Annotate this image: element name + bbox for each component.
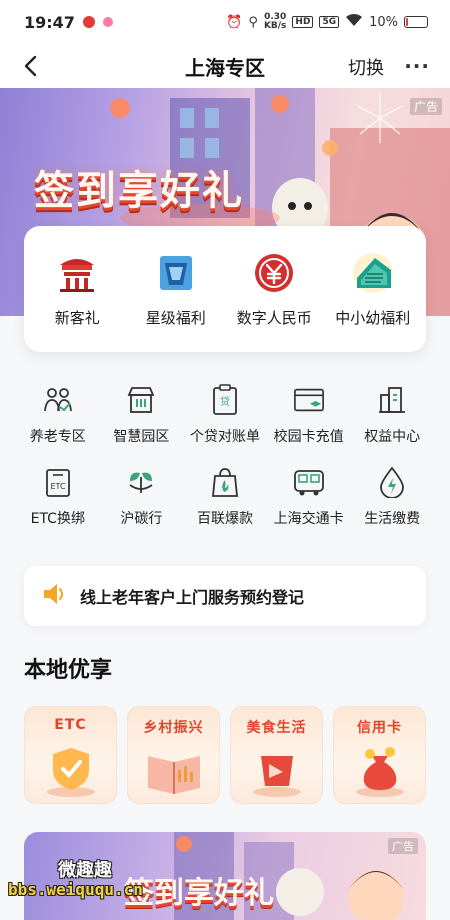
service-carbon[interactable]: 沪碳行 bbox=[100, 458, 184, 540]
service-label: 上海交通卡 bbox=[273, 511, 344, 527]
service-label: 权益中心 bbox=[364, 429, 421, 445]
service-label: 校园卡充值 bbox=[273, 429, 344, 445]
battery-icon bbox=[404, 16, 428, 28]
service-label: 生活缴费 bbox=[364, 511, 421, 527]
local-card-title: 美食生活 bbox=[246, 720, 307, 736]
local-card-title: ETC bbox=[54, 717, 87, 733]
status-bar: 19:47 ⏰ ⚲ 0.30 KB/s HD 5G 10% bbox=[0, 0, 450, 44]
bus-icon bbox=[293, 466, 325, 498]
service-label: ETC换绑 bbox=[30, 511, 85, 527]
elderly-service-notice[interactable]: 线上老年客户上门服务预约登记 bbox=[24, 566, 426, 626]
money-bag-icon bbox=[334, 737, 425, 803]
service-etc-rebind[interactable]: ETC ETC换绑 bbox=[16, 458, 100, 540]
digital-yuan-icon bbox=[252, 251, 296, 295]
featured-card: 新客礼 星级福利 数字人民币 中小幼福利 bbox=[24, 226, 426, 352]
ad-label: 广告 bbox=[409, 98, 442, 115]
speaker-icon bbox=[42, 582, 68, 610]
section-title-local: 本地优享 bbox=[24, 658, 113, 683]
local-card-etc[interactable]: ETC bbox=[24, 706, 117, 804]
banner-title: 签到享好礼 bbox=[34, 168, 244, 214]
service-label: 沪碳行 bbox=[120, 511, 163, 527]
network-badge: 5G bbox=[319, 16, 340, 28]
carbon-leaf-icon bbox=[125, 466, 157, 498]
featured-label: 数字人民币 bbox=[236, 308, 312, 327]
featured-label: 新客礼 bbox=[54, 308, 100, 327]
service-elderly-care[interactable]: 养老专区 bbox=[16, 376, 100, 458]
featured-label: 星级福利 bbox=[145, 308, 206, 327]
shield-check-icon bbox=[25, 737, 116, 803]
loan-statement-icon: 贷 bbox=[209, 384, 241, 416]
utility-drop-icon bbox=[376, 466, 408, 498]
local-card-rural[interactable]: 乡村振兴 bbox=[127, 706, 220, 804]
smart-park-icon bbox=[125, 384, 157, 416]
net-speed-unit: KB/s bbox=[263, 21, 287, 31]
featured-item-star-benefits[interactable]: 星级福利 bbox=[128, 251, 224, 328]
local-card-food[interactable]: 美食生活 bbox=[230, 706, 323, 804]
featured-item-digital-rmb[interactable]: 数字人民币 bbox=[226, 251, 322, 328]
hd-badge: HD bbox=[292, 16, 314, 28]
wifi-icon bbox=[345, 13, 363, 31]
local-card-title: 乡村振兴 bbox=[143, 720, 204, 736]
promo-banner-bottom[interactable]: 广告 签到享好礼 bbox=[24, 832, 426, 920]
ad-label: 广告 bbox=[388, 838, 418, 854]
more-button[interactable]: ··· bbox=[404, 54, 430, 78]
battery-text: 10% bbox=[369, 14, 398, 30]
service-campus-card[interactable]: 校园卡充值 bbox=[267, 376, 351, 458]
local-cards: ETC 乡村振兴 美食生活 信用卡 bbox=[24, 706, 426, 804]
alarm-icon: ⏰ bbox=[226, 14, 243, 30]
service-label: 智慧园区 bbox=[113, 429, 170, 445]
service-label: 百联爆款 bbox=[196, 511, 253, 527]
service-loan-statement[interactable]: 贷 个贷对账单 bbox=[183, 376, 267, 458]
service-utility-payment[interactable]: 生活缴费 bbox=[350, 458, 434, 540]
service-bailian-deals[interactable]: 百联爆款 bbox=[183, 458, 267, 540]
service-smart-park[interactable]: 智慧园区 bbox=[100, 376, 184, 458]
shopping-bag-icon bbox=[209, 466, 241, 498]
notice-text: 线上老年客户上门服务预约登记 bbox=[80, 588, 305, 607]
app-notification-icon bbox=[82, 16, 95, 28]
benefits-center-icon bbox=[376, 384, 408, 416]
service-label: 个贷对账单 bbox=[189, 429, 260, 445]
book-icon bbox=[128, 737, 219, 803]
building-icon bbox=[351, 251, 395, 295]
etc-icon: ETC bbox=[42, 466, 74, 498]
local-card-credit[interactable]: 信用卡 bbox=[333, 706, 426, 804]
service-label: 养老专区 bbox=[29, 429, 86, 445]
switch-button[interactable]: 切换 bbox=[348, 54, 384, 80]
featured-item-school-benefits[interactable]: 中小幼福利 bbox=[325, 251, 421, 328]
battery-fill bbox=[406, 18, 409, 26]
chevron-left-icon bbox=[24, 55, 37, 77]
banner2-title: 签到享好礼 bbox=[124, 876, 274, 911]
svg-text:贷: 贷 bbox=[220, 395, 230, 408]
net-speed: 0.30 KB/s bbox=[264, 13, 286, 31]
service-transport-card[interactable]: 上海交通卡 bbox=[267, 458, 351, 540]
services-grid: 养老专区 智慧园区 贷 个贷对账单 校园卡充值 权益中心 ETC ETC换绑 沪 bbox=[16, 376, 434, 546]
featured-item-new-customer-gift[interactable]: 新客礼 bbox=[29, 251, 125, 328]
food-cup-icon bbox=[231, 737, 322, 803]
back-button[interactable] bbox=[16, 52, 44, 80]
campus-card-icon bbox=[293, 384, 325, 416]
service-benefits-center[interactable]: 权益中心 bbox=[350, 376, 434, 458]
nav-bar: 上海专区 切换 ··· bbox=[0, 44, 450, 88]
svg-text:ETC: ETC bbox=[50, 482, 65, 491]
location-icon: ⚲ bbox=[248, 14, 258, 30]
gift-pavilion-icon bbox=[55, 251, 99, 295]
tiktok-notification-icon bbox=[102, 17, 113, 27]
status-right: ⏰ ⚲ 0.30 KB/s HD 5G 10% bbox=[226, 13, 428, 31]
elderly-care-icon bbox=[42, 384, 74, 416]
star-card-icon bbox=[154, 251, 198, 295]
featured-label: 中小幼福利 bbox=[335, 308, 411, 327]
status-left: 19:47 bbox=[24, 13, 113, 32]
status-time: 19:47 bbox=[24, 12, 75, 32]
page-title: 上海专区 bbox=[185, 55, 265, 80]
local-card-title: 信用卡 bbox=[357, 720, 402, 736]
